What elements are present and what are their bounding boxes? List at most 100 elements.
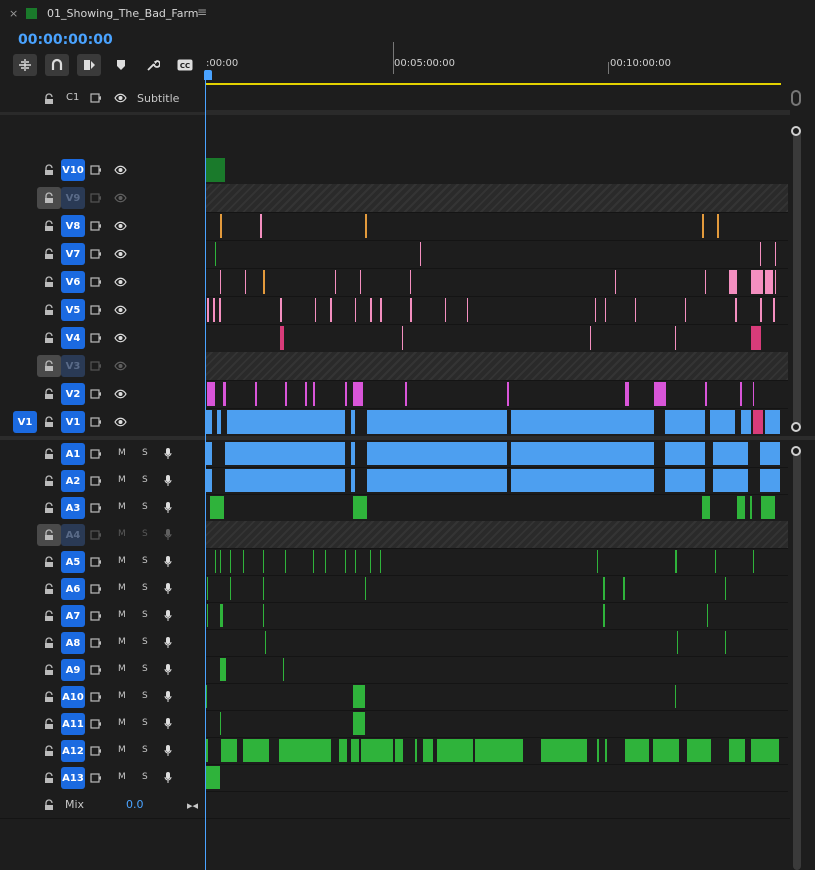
sync-lock-icon[interactable] — [90, 249, 102, 259]
mix-volume-value[interactable]: 0.0 — [126, 798, 144, 811]
clip[interactable] — [355, 298, 356, 322]
lock-icon[interactable] — [43, 799, 55, 811]
clip[interactable] — [206, 410, 212, 434]
clip[interactable] — [360, 270, 361, 294]
clip[interactable] — [761, 496, 775, 519]
linked-selection-icon[interactable] — [77, 54, 101, 76]
clip[interactable] — [775, 270, 776, 294]
clip[interactable] — [206, 685, 207, 708]
track-target-a12[interactable]: A12 — [61, 740, 85, 762]
clip[interactable] — [467, 298, 468, 322]
mute-button[interactable]: M — [118, 664, 126, 674]
clip[interactable] — [351, 410, 355, 434]
sync-lock-icon[interactable] — [90, 665, 102, 675]
mute-button[interactable]: M — [118, 529, 126, 539]
clip[interactable] — [445, 298, 446, 322]
clip[interactable] — [740, 382, 742, 406]
clip[interactable] — [230, 550, 231, 573]
track-lane-v10[interactable] — [205, 156, 788, 185]
track-lane-v3[interactable] — [205, 352, 788, 381]
clip[interactable] — [335, 270, 336, 294]
solo-button[interactable]: S — [142, 718, 148, 728]
solo-button[interactable]: S — [142, 664, 148, 674]
eye-icon[interactable] — [114, 249, 127, 259]
eye-icon[interactable] — [114, 333, 127, 343]
track-lane-a3[interactable] — [205, 494, 788, 522]
microphone-icon[interactable] — [164, 448, 172, 460]
clip[interactable] — [717, 214, 719, 238]
track-lane-a6[interactable] — [205, 575, 788, 603]
solo-button[interactable]: S — [142, 583, 148, 593]
sequence-tab-title[interactable]: 01_Showing_The_Bad_Farm — [47, 7, 199, 20]
mute-button[interactable]: M — [118, 718, 126, 728]
clip[interactable] — [353, 496, 367, 519]
mute-button[interactable]: M — [118, 610, 126, 620]
lock-icon[interactable] — [43, 164, 55, 176]
clip[interactable] — [702, 214, 704, 238]
clip[interactable] — [220, 712, 221, 735]
track-target-a2[interactable]: A2 — [61, 470, 85, 492]
lock-icon[interactable] — [43, 220, 55, 232]
clip[interactable] — [705, 382, 707, 406]
clip[interactable] — [713, 469, 748, 492]
clip[interactable] — [751, 270, 763, 294]
mute-button[interactable]: M — [118, 691, 126, 701]
clip[interactable] — [765, 410, 780, 434]
clip[interactable] — [345, 382, 347, 406]
clip[interactable] — [595, 298, 596, 322]
go-to-end-icon[interactable]: ▸◂ — [187, 799, 198, 812]
track-lane-a11[interactable] — [205, 710, 788, 738]
clip[interactable] — [345, 550, 346, 573]
clip[interactable] — [207, 577, 208, 600]
clip[interactable] — [207, 382, 215, 406]
clip[interactable] — [361, 739, 393, 762]
track-lane-a9[interactable] — [205, 656, 788, 684]
track-target-v2[interactable]: V2 — [61, 383, 85, 405]
track-target-v4[interactable]: V4 — [61, 327, 85, 349]
lock-icon[interactable] — [43, 529, 55, 541]
sync-lock-icon[interactable] — [90, 333, 102, 343]
clip[interactable] — [280, 298, 282, 322]
lock-icon[interactable] — [43, 388, 55, 400]
microphone-icon[interactable] — [164, 502, 172, 514]
clip[interactable] — [760, 242, 761, 266]
track-lane-a5[interactable] — [205, 548, 788, 576]
clip[interactable] — [207, 298, 209, 322]
eye-icon[interactable] — [114, 305, 127, 315]
track-lane-v8[interactable] — [205, 212, 788, 241]
track-lane-v2[interactable] — [205, 380, 788, 409]
clip[interactable] — [753, 410, 763, 434]
source-patch-v1[interactable]: V1 — [13, 411, 37, 433]
clip[interactable] — [380, 550, 381, 573]
clip[interactable] — [367, 469, 507, 492]
track-target-v10[interactable]: V10 — [61, 159, 85, 181]
solo-button[interactable]: S — [142, 610, 148, 620]
sync-lock-icon[interactable] — [90, 193, 102, 203]
lock-icon[interactable] — [43, 416, 55, 428]
clip[interactable] — [675, 685, 676, 708]
clip[interactable] — [505, 739, 523, 762]
track-lane-a10[interactable] — [205, 683, 788, 711]
clip[interactable] — [215, 242, 216, 266]
clip[interactable] — [207, 604, 208, 627]
clip[interactable] — [365, 577, 366, 600]
clip[interactable] — [227, 410, 345, 434]
clip[interactable] — [511, 469, 654, 492]
clip[interactable] — [225, 442, 345, 465]
subtitle-scroll-knob[interactable] — [791, 90, 801, 106]
clip[interactable] — [353, 712, 365, 735]
clip[interactable] — [715, 550, 716, 573]
clip[interactable] — [415, 739, 417, 762]
track-lane-v1[interactable] — [205, 408, 788, 437]
clip[interactable] — [220, 214, 222, 238]
track-target-a4[interactable]: A4 — [61, 524, 85, 546]
clip[interactable] — [437, 739, 473, 762]
clip[interactable] — [605, 739, 607, 762]
lock-icon[interactable] — [43, 93, 55, 105]
clip[interactable] — [245, 270, 246, 294]
playhead-handle[interactable] — [204, 70, 212, 80]
clip[interactable] — [410, 270, 411, 294]
clip[interactable] — [370, 298, 372, 322]
clip[interactable] — [623, 577, 625, 600]
track-lane-a2[interactable] — [205, 467, 788, 495]
